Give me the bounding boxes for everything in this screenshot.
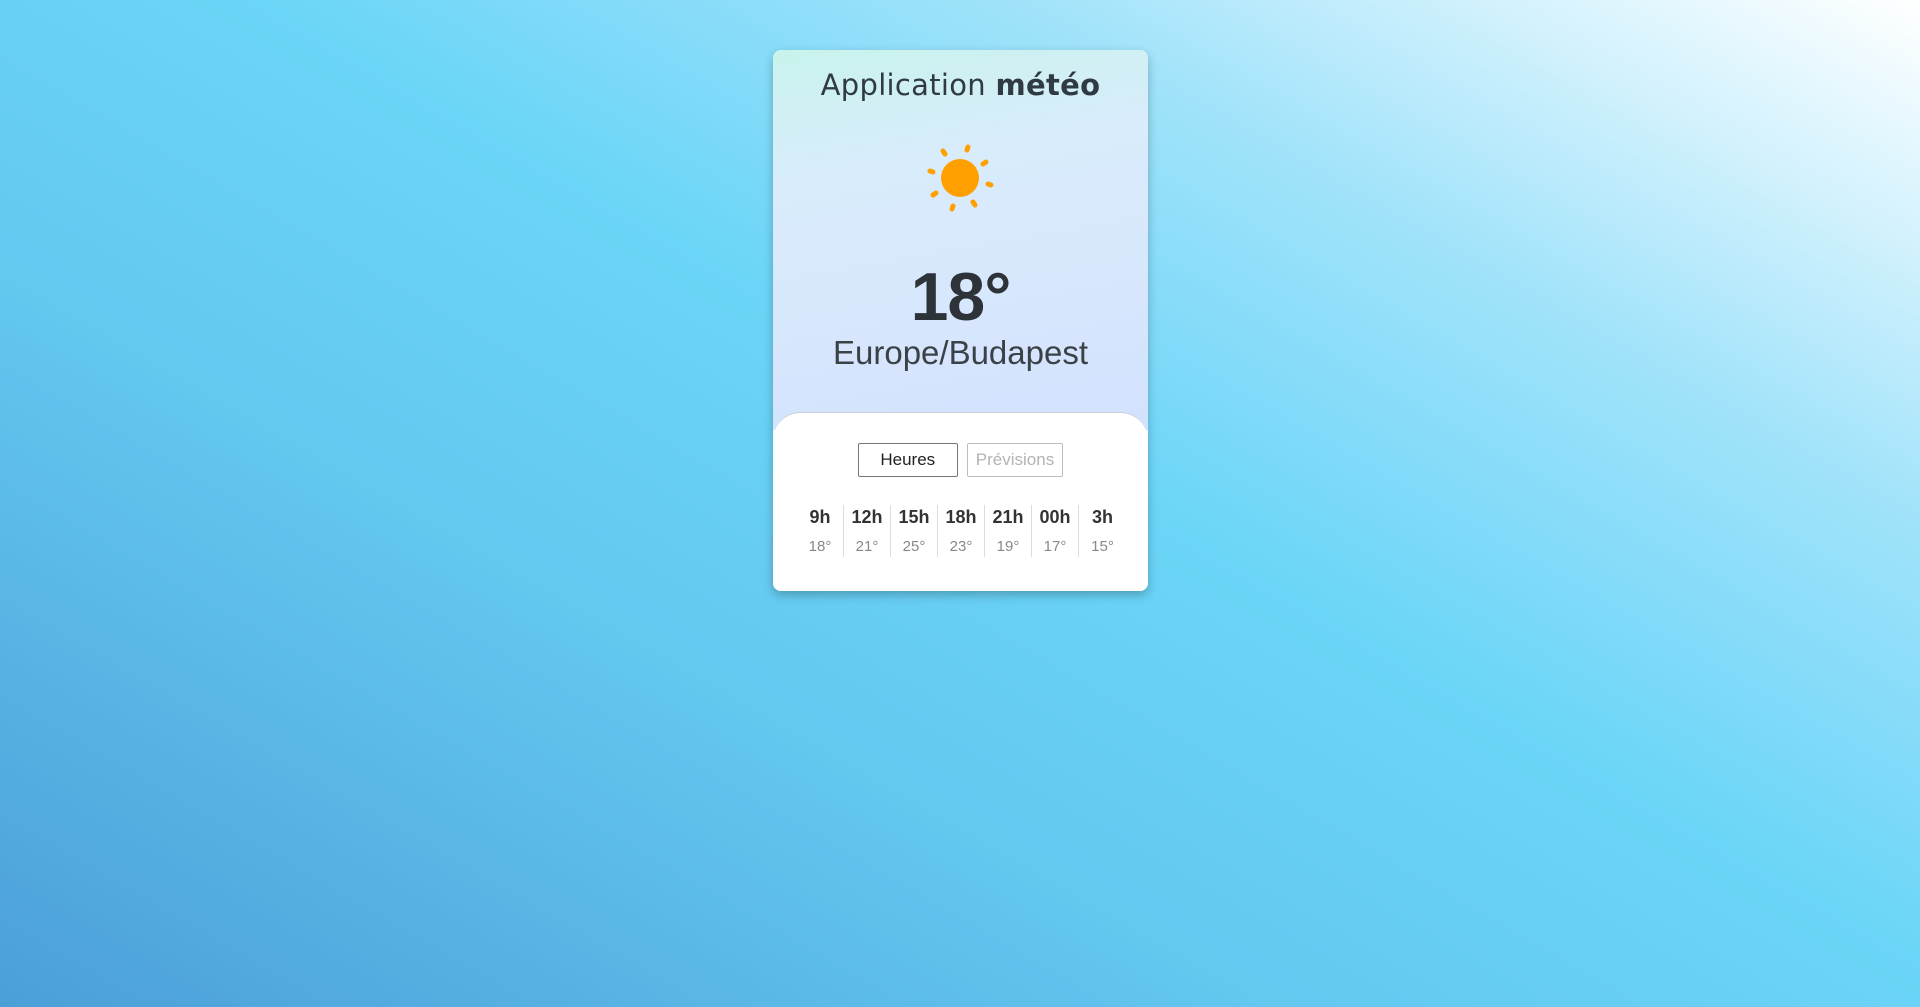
hourly-item: 3h 15° xyxy=(1079,505,1126,557)
hourly-temp: 21° xyxy=(855,538,879,555)
hourly-temp: 18° xyxy=(808,538,832,555)
hourly-item: 15h 25° xyxy=(891,505,938,557)
hourly-temp: 19° xyxy=(996,538,1020,555)
weather-card: Application météo 18° Europe/Budapest He… xyxy=(773,50,1148,591)
hourly-item: 00h 17° xyxy=(1032,505,1079,557)
weather-summary-panel: Application météo 18° Europe/Budapest xyxy=(773,50,1148,430)
hourly-item: 21h 19° xyxy=(985,505,1032,557)
hourly-temp: 25° xyxy=(902,538,926,555)
app-title-bold: météo xyxy=(995,68,1101,102)
hourly-temp: 15° xyxy=(1091,538,1114,555)
hourly-hour: 18h xyxy=(945,507,977,527)
hourly-item: 12h 21° xyxy=(844,505,891,557)
tab-previsions[interactable]: Prévisions xyxy=(966,443,1064,477)
hourly-temp: 17° xyxy=(1043,538,1067,555)
tab-bar: Heures Prévisions xyxy=(773,443,1148,477)
hourly-item: 18h 23° xyxy=(938,505,985,557)
hourly-hour: 00h xyxy=(1039,507,1071,527)
hourly-hour: 21h xyxy=(992,507,1024,527)
hourly-hour: 12h xyxy=(851,507,883,527)
hourly-hour: 9h xyxy=(809,507,831,527)
hourly-temp: 23° xyxy=(949,538,973,555)
hourly-hour: 3h xyxy=(1091,507,1113,527)
location-label: Europe/Budapest xyxy=(832,334,1089,371)
forecast-panel: Heures Prévisions 9h 18° 12h 21° 15h 25°… xyxy=(773,412,1148,591)
hourly-item: 9h 18° xyxy=(797,505,844,557)
tab-heures[interactable]: Heures xyxy=(857,443,958,477)
app-title: Application météo xyxy=(773,68,1148,102)
hourly-hour: 15h xyxy=(898,507,930,527)
sun-icon xyxy=(927,144,994,212)
current-temperature: 18° xyxy=(910,259,1012,335)
hourly-forecast-list: 9h 18° 12h 21° 15h 25° 18h 23° 21h 19° 0… xyxy=(797,505,1126,557)
app-title-prefix: Application xyxy=(820,68,986,102)
